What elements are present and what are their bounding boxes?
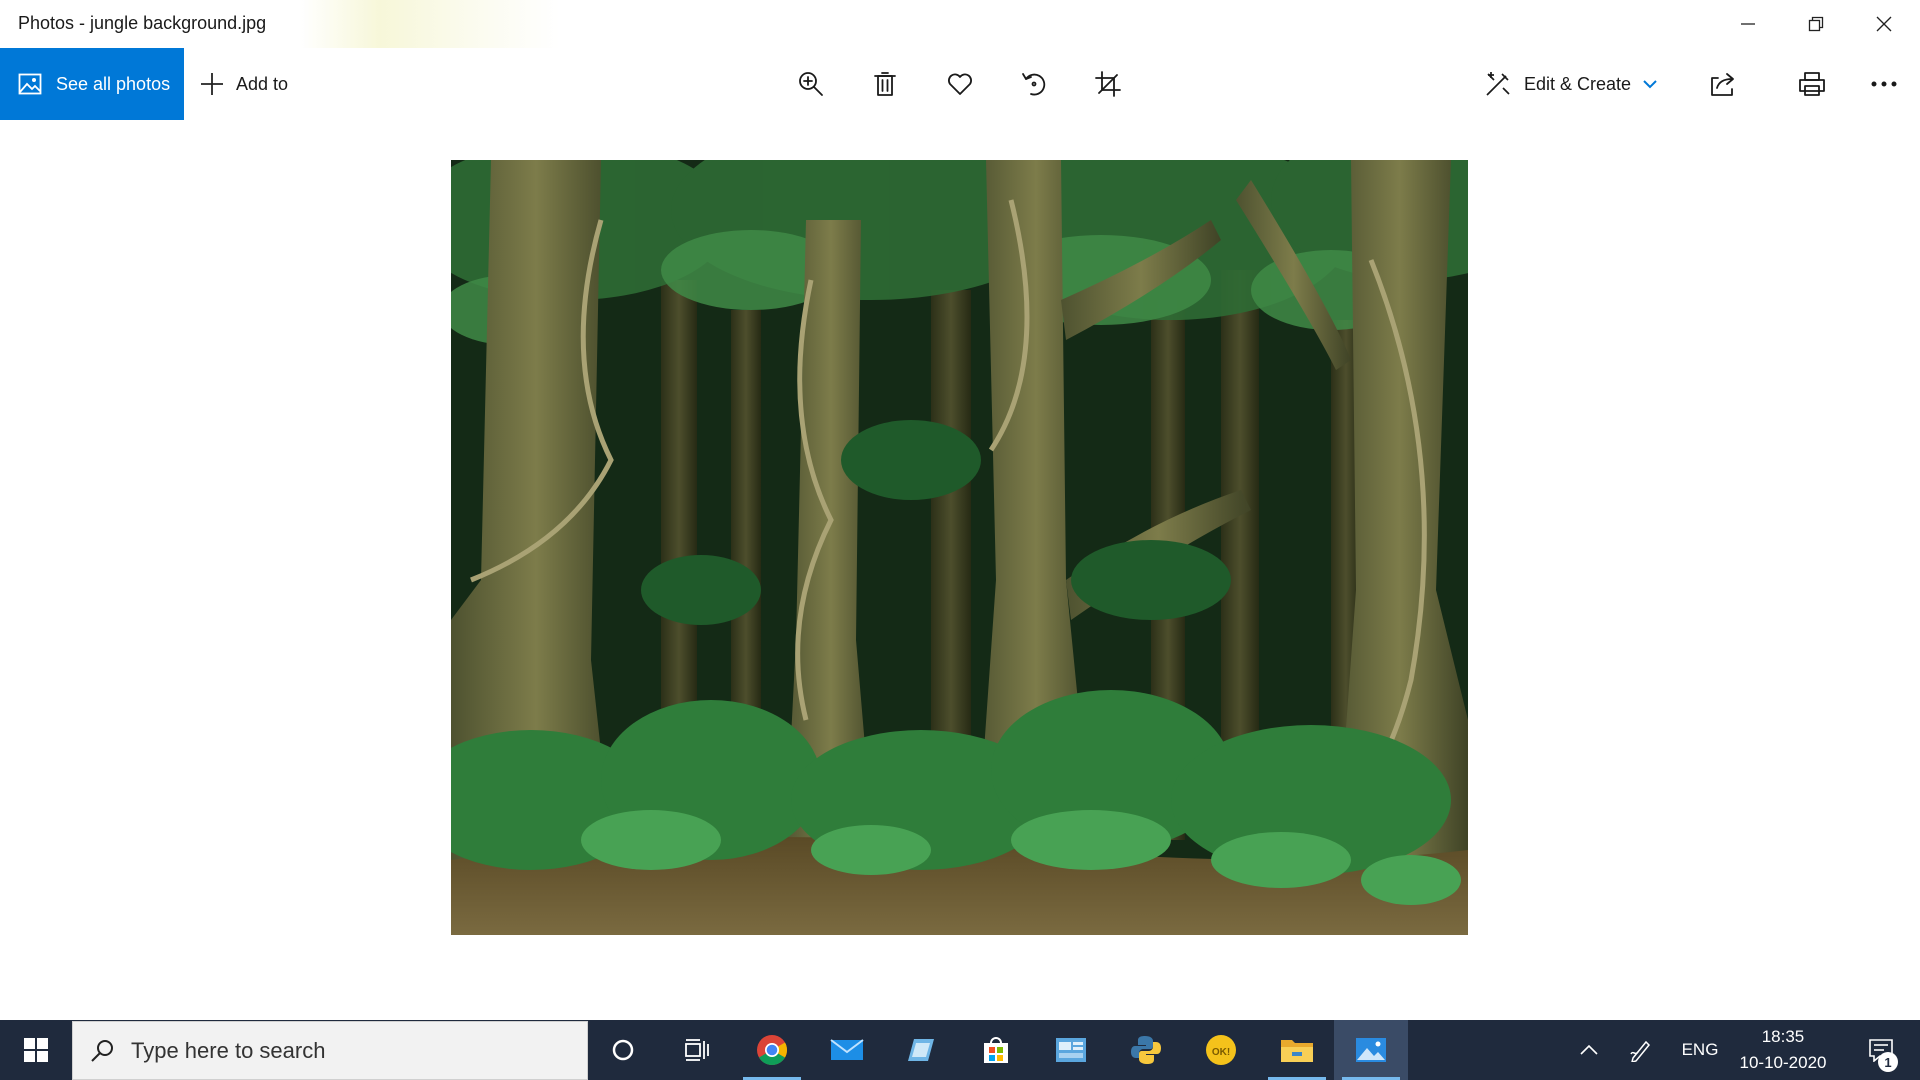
okbar-icon: OK!	[1206, 1035, 1236, 1065]
share-icon	[1711, 73, 1734, 96]
zoom-icon	[799, 72, 823, 96]
file-explorer-button[interactable]	[1260, 1020, 1334, 1080]
task-view-icon	[685, 1039, 709, 1061]
see-all-photos-label: See all photos	[56, 73, 171, 94]
add-to-button[interactable]: Add to	[200, 48, 288, 120]
control-panel-button[interactable]	[1034, 1020, 1108, 1080]
rotate-button[interactable]	[1004, 48, 1064, 120]
delete-icon	[874, 72, 896, 96]
share-button[interactable]	[1694, 48, 1754, 120]
delete-button[interactable]	[855, 48, 915, 120]
show-hidden-icons-button[interactable]	[1572, 1020, 1606, 1080]
action-center-button[interactable]: 1	[1848, 1020, 1914, 1080]
chevron-down-icon	[1643, 80, 1657, 89]
search-icon	[91, 1039, 113, 1062]
start-button[interactable]	[0, 1020, 72, 1080]
photos-icon	[1356, 1038, 1386, 1062]
search-placeholder: Type here to search	[131, 1037, 326, 1063]
minimize-button[interactable]	[1714, 0, 1782, 48]
plus-icon	[201, 73, 223, 95]
chrome-icon	[757, 1035, 788, 1066]
print-icon	[1799, 72, 1825, 96]
notepad-button[interactable]	[884, 1020, 958, 1080]
jungle-photo[interactable]	[451, 160, 1468, 935]
title-bar: Photos - jungle background.jpg	[0, 0, 1920, 48]
more-button[interactable]	[1854, 48, 1914, 120]
toolbar: See all photos Add to Edit & Create	[0, 48, 1920, 120]
photos-gallery-icon	[18, 73, 42, 95]
crop-button[interactable]	[1078, 48, 1138, 120]
pen-workspace-button[interactable]	[1622, 1020, 1660, 1080]
store-button[interactable]	[959, 1020, 1033, 1080]
restore-button[interactable]	[1782, 0, 1850, 48]
favorite-icon	[948, 73, 972, 95]
control-panel-icon	[1056, 1038, 1086, 1062]
windows-logo-icon	[24, 1038, 48, 1062]
clock-date: 10-10-2020	[1739, 1053, 1827, 1072]
taskbar: Type here to search OK! ENG 18:35 10-10-…	[0, 1020, 1920, 1080]
clock[interactable]: 18:35 10-10-2020	[1728, 1020, 1838, 1080]
photos-app-button[interactable]	[1334, 1020, 1408, 1080]
zoom-button[interactable]	[781, 48, 841, 120]
minimize-icon	[1741, 23, 1755, 25]
file-explorer-icon	[1281, 1040, 1313, 1062]
window-title: Photos - jungle background.jpg	[18, 13, 267, 33]
taskbar-search[interactable]: Type here to search	[72, 1021, 588, 1080]
favorite-button[interactable]	[930, 48, 990, 120]
task-view-button[interactable]	[660, 1020, 734, 1080]
jungle-image	[451, 160, 1468, 935]
crop-icon	[1095, 71, 1121, 97]
notification-count-badge: 1	[1878, 1052, 1898, 1072]
close-button[interactable]	[1850, 0, 1918, 48]
restore-icon	[1808, 16, 1824, 32]
rotate-icon	[1022, 73, 1046, 96]
notepad-icon	[908, 1039, 934, 1061]
chrome-button[interactable]	[735, 1020, 809, 1080]
mail-icon	[830, 1039, 864, 1060]
see-all-photos-button[interactable]: See all photos	[0, 48, 184, 120]
python-button[interactable]	[1109, 1020, 1183, 1080]
image-viewer	[0, 120, 1920, 1020]
edit-create-icon	[1486, 72, 1510, 96]
cortana-icon	[612, 1039, 634, 1061]
store-icon	[984, 1037, 1008, 1063]
mail-button[interactable]	[810, 1020, 884, 1080]
add-to-label: Add to	[236, 73, 289, 94]
clock-time: 18:35	[1761, 1027, 1805, 1046]
language-indicator[interactable]: ENG	[1672, 1020, 1728, 1080]
print-button[interactable]	[1782, 48, 1842, 120]
python-icon	[1131, 1036, 1161, 1064]
edit-create-button[interactable]: Edit & Create	[1484, 48, 1657, 120]
chevron-up-icon	[1580, 1045, 1598, 1055]
more-icon	[1871, 81, 1897, 87]
close-icon	[1876, 16, 1892, 32]
svg-text:OK!: OK!	[1212, 1047, 1230, 1058]
okbar-button[interactable]: OK!	[1184, 1020, 1258, 1080]
cortana-button[interactable]	[586, 1020, 660, 1080]
edit-create-label: Edit & Create	[1524, 73, 1632, 94]
pen-icon	[1630, 1040, 1651, 1062]
